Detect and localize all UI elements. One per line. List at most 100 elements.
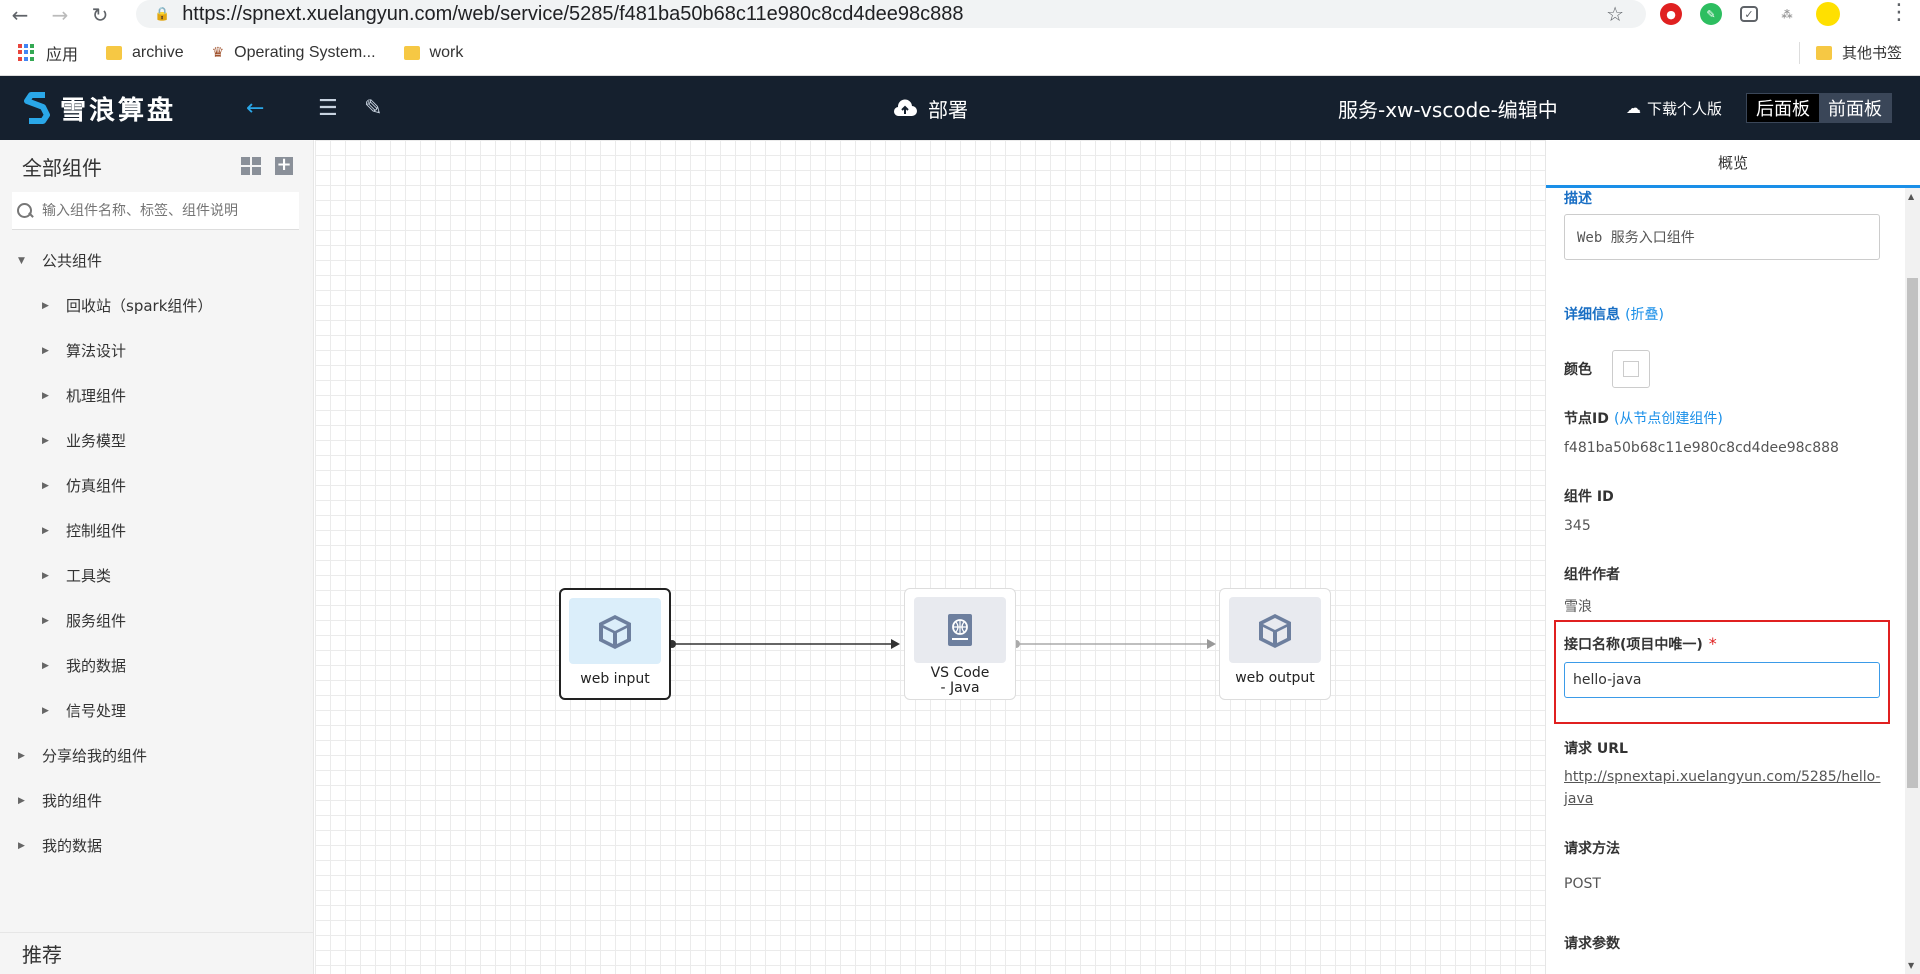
pocket-icon[interactable]: ✓ — [1740, 6, 1758, 22]
search-box — [12, 192, 299, 230]
tree-item-public[interactable]: ▼ 公共组件 — [0, 238, 313, 283]
app-header: 雪浪算盘 ← ☰ ✎ 部署 服务-xw-vscode-编辑中 ☁ 下载个人版 后… — [0, 76, 1920, 140]
tree-label: 回收站（spark组件） — [66, 297, 213, 315]
magic-wand-icon[interactable]: ✎ — [364, 96, 382, 121]
caret-right-icon: ▶ — [42, 615, 49, 626]
api-name-section: 接口名称(项目中唯一) * — [1564, 634, 1880, 698]
grid-view-icon[interactable] — [241, 157, 261, 175]
caret-right-icon: ▶ — [18, 750, 25, 761]
scroll-up-icon[interactable]: ▲ — [1908, 192, 1914, 201]
bookmark-apps[interactable]: 应用 — [18, 41, 78, 65]
node-label-line2: - Java — [940, 680, 980, 696]
tree-label: 服务组件 — [66, 612, 127, 630]
node-label: web output — [1235, 670, 1315, 686]
forward-arrow-icon[interactable]: → — [40, 3, 80, 27]
back-arrow-icon[interactable]: ← — [0, 3, 40, 27]
add-icon[interactable]: + — [275, 156, 293, 175]
api-name-input[interactable] — [1564, 662, 1880, 698]
tree-label: 业务模型 — [66, 432, 127, 450]
node-vscode-java[interactable]: VS Code - Java — [904, 588, 1016, 700]
folder-icon — [403, 45, 420, 60]
bookmark-other[interactable]: 其他书签 — [1815, 42, 1902, 63]
req-url-line2: java — [1564, 791, 1594, 807]
api-name-label: 接口名称(项目中唯一) — [1564, 637, 1703, 653]
logo-text: 雪浪算盘 — [60, 95, 177, 126]
collapse-link[interactable]: (折叠) — [1625, 307, 1664, 323]
params-section: 请求参数 — [1564, 933, 1620, 953]
tree-item[interactable]: ▶ 我的组件 — [0, 778, 313, 823]
desc-field[interactable]: Web 服务入口组件 — [1564, 214, 1880, 260]
sitemap-icon[interactable]: ⁂ — [1776, 3, 1798, 25]
indent-icon[interactable]: ☰ — [318, 96, 338, 121]
service-title: 服务-xw-vscode-编辑中 — [1338, 97, 1558, 122]
tree-item[interactable]: ▶ 我的数据 — [0, 823, 313, 868]
front-panel-button[interactable]: 前面板 — [1819, 94, 1891, 122]
tab-overview[interactable]: 概览 — [1546, 140, 1920, 188]
reload-icon[interactable]: ↻ — [80, 3, 120, 27]
cloud-upload-icon — [893, 99, 917, 117]
caret-down-icon: ▼ — [18, 255, 25, 266]
component-sidebar: 全部组件 + ▼ 公共组件 ▶ 回收站（spark组件） ▶ 算法设计 ▶ 机理组件 ▶… — [0, 140, 314, 974]
tree-item[interactable]: ▶ 控制组件 — [0, 508, 313, 553]
url-text[interactable]: https://spnext.xuelangyun.com/web/servic… — [182, 3, 963, 26]
address-bar[interactable]: 🔒 https://spnext.xuelangyun.com/web/serv… — [136, 0, 1646, 28]
tree-item[interactable]: ▶ 我的数据 — [0, 643, 313, 688]
color-picker[interactable] — [1612, 350, 1650, 388]
caret-right-icon: ▶ — [42, 480, 49, 491]
adblock-icon[interactable]: ● — [1660, 3, 1682, 25]
tree-item[interactable]: ▶ 服务组件 — [0, 598, 313, 643]
tree-item[interactable]: ▶ 分享给我的组件 — [0, 733, 313, 778]
scroll-down-icon[interactable]: ▼ — [1908, 961, 1914, 970]
caret-right-icon: ▶ — [42, 435, 49, 446]
node-web-output[interactable]: web output — [1219, 588, 1331, 700]
globe-book-icon — [914, 597, 1006, 663]
desc-section: 描述 Web 服务入口组件 — [1564, 188, 1880, 260]
bookmark-label: 应用 — [46, 46, 79, 64]
tree-item[interactable]: ▶ 工具类 — [0, 553, 313, 598]
cloud-download-icon: ☁ — [1626, 99, 1641, 117]
tree-label: 我的组件 — [42, 792, 103, 810]
scroll-thumb[interactable] — [1907, 278, 1918, 788]
params-label: 请求参数 — [1564, 936, 1620, 952]
flow-canvas[interactable]: web input VS Code - Java web output — [315, 140, 1545, 974]
scrollbar[interactable]: ▲ ▼ — [1905, 188, 1920, 974]
tree-item[interactable]: ▶ 业务模型 — [0, 418, 313, 463]
bookmark-archive[interactable]: archive — [106, 44, 184, 62]
method-value: POST — [1564, 876, 1601, 892]
tree-label: 信号处理 — [66, 702, 127, 720]
node-label-line1: VS Code — [930, 665, 990, 681]
download-label: 下载个人版 — [1647, 99, 1723, 118]
node-web-input[interactable]: web input — [559, 588, 671, 700]
node-id-section: 节点ID (从节点创建组件) f481ba50b68c11e980c8cd4de… — [1564, 408, 1839, 456]
browser-toolbar: ← → ↻ 🔒 https://spnext.xuelangyun.com/we… — [0, 0, 1920, 30]
node-id-value: f481ba50b68c11e980c8cd4dee98c888 — [1564, 440, 1839, 456]
create-from-node-link[interactable]: (从节点创建组件) — [1614, 411, 1723, 427]
logo[interactable]: 雪浪算盘 — [22, 90, 176, 127]
node-label: VS Code - Java — [931, 666, 990, 696]
lock-icon: 🔒 — [154, 6, 171, 22]
download-button[interactable]: ☁ 下载个人版 — [1626, 98, 1722, 119]
tree-item[interactable]: ▶ 机理组件 — [0, 373, 313, 418]
star-icon[interactable]: ☆ — [1606, 2, 1624, 26]
req-url-section: 请求 URL http://spnextapi.xuelangyun.com/5… — [1564, 738, 1880, 810]
tree-item[interactable]: ▶ 仿真组件 — [0, 463, 313, 508]
req-url-link[interactable]: http://spnextapi.xuelangyun.com/5285/hel… — [1564, 766, 1880, 810]
color-row: 颜色 — [1564, 350, 1650, 388]
deploy-button[interactable]: 部署 — [892, 94, 968, 123]
tree-item[interactable]: ▶ 回收站（spark组件） — [0, 283, 313, 328]
bookmark-os[interactable]: ♛ Operating System... — [212, 44, 376, 62]
author-section: 组件作者 雪浪 — [1564, 564, 1620, 616]
panel-switch: 后面板 前面板 — [1746, 93, 1892, 123]
bookmark-work[interactable]: work — [403, 44, 463, 62]
search-input[interactable] — [42, 202, 292, 219]
avatar[interactable] — [1816, 2, 1840, 26]
evernote-icon[interactable]: ✎ — [1700, 3, 1722, 25]
back-panel-button[interactable]: 后面板 — [1747, 94, 1819, 122]
menu-dots-icon[interactable]: ⋮ — [1888, 0, 1910, 25]
bookmark-label: Operating System... — [234, 43, 376, 61]
tree-item[interactable]: ▶ 算法设计 — [0, 328, 313, 373]
extensions: ● ✎ ✓ ⁂ — [1660, 0, 1840, 28]
collapse-arrow-icon[interactable]: ← — [246, 96, 264, 121]
recommend-section[interactable]: 推荐 — [0, 932, 313, 974]
tree-item[interactable]: ▶ 信号处理 — [0, 688, 313, 733]
